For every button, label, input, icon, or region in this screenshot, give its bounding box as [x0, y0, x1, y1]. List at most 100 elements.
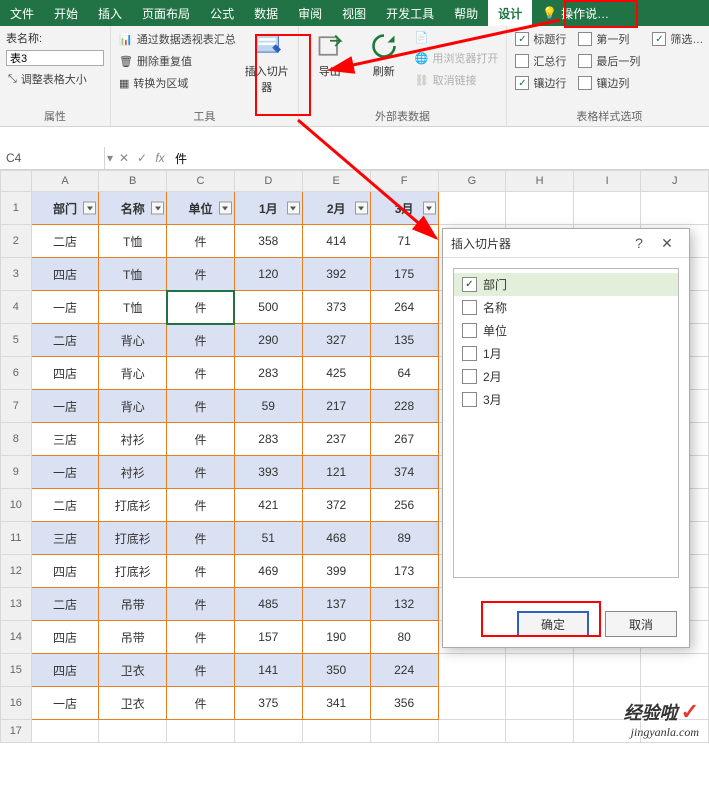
cell[interactable]	[506, 687, 574, 720]
cell[interactable]	[438, 192, 506, 225]
cell[interactable]: 425	[302, 357, 370, 390]
cell[interactable]	[99, 720, 167, 743]
tab-review[interactable]: 审阅	[288, 0, 332, 26]
cell[interactable]: 部门	[31, 192, 99, 225]
cell[interactable]: 件	[167, 456, 235, 489]
filter-dropdown-icon[interactable]	[83, 202, 96, 215]
cell[interactable]: 1月	[234, 192, 302, 225]
tab-data[interactable]: 数据	[244, 0, 288, 26]
cell[interactable]: 卫衣	[99, 654, 167, 687]
cell[interactable]: 一店	[31, 291, 99, 324]
cell[interactable]	[302, 720, 370, 743]
cell[interactable]: 四店	[31, 555, 99, 588]
table-name-input[interactable]	[6, 50, 104, 66]
filter-dropdown-icon[interactable]	[219, 202, 232, 215]
slicer-field-option[interactable]: 名称	[454, 296, 678, 319]
cell[interactable]	[506, 192, 574, 225]
cell[interactable]: 件	[167, 390, 235, 423]
cell[interactable]: 237	[302, 423, 370, 456]
column-header[interactable]: D	[234, 171, 302, 192]
row-header[interactable]: 9	[1, 456, 32, 489]
cell[interactable]	[641, 192, 709, 225]
row-header[interactable]: 16	[1, 687, 32, 720]
column-header[interactable]: C	[167, 171, 235, 192]
cell[interactable]: 打底衫	[99, 555, 167, 588]
cell[interactable]	[438, 720, 506, 743]
cell[interactable]: 51	[234, 522, 302, 555]
row-header[interactable]: 13	[1, 588, 32, 621]
column-header[interactable]: A	[31, 171, 99, 192]
cell[interactable]: 224	[370, 654, 438, 687]
cell[interactable]: 59	[234, 390, 302, 423]
cell[interactable]: 421	[234, 489, 302, 522]
cell[interactable]: 267	[370, 423, 438, 456]
tell-me[interactable]: 💡 操作说…	[532, 0, 619, 26]
resize-table[interactable]: ⤡ 调整表格大小	[6, 70, 104, 88]
row-header[interactable]: 4	[1, 291, 32, 324]
column-header[interactable]: H	[506, 171, 574, 192]
export-button[interactable]: 导出	[305, 30, 355, 81]
cell[interactable]: 二店	[31, 489, 99, 522]
tab-home[interactable]: 开始	[44, 0, 88, 26]
cell[interactable]: 468	[302, 522, 370, 555]
tab-formula[interactable]: 公式	[200, 0, 244, 26]
cell[interactable]: 一店	[31, 456, 99, 489]
cell[interactable]: 392	[302, 258, 370, 291]
cell[interactable]: 件	[167, 423, 235, 456]
slicer-field-option[interactable]: 2月	[454, 365, 678, 388]
tab-dev[interactable]: 开发工具	[376, 0, 444, 26]
cell[interactable]: 打底衫	[99, 489, 167, 522]
cell[interactable]	[438, 654, 506, 687]
cell[interactable]: 背心	[99, 357, 167, 390]
cell[interactable]: 64	[370, 357, 438, 390]
row-header[interactable]: 7	[1, 390, 32, 423]
refresh-button[interactable]: 刷新	[359, 30, 409, 81]
column-header[interactable]: G	[438, 171, 506, 192]
filter-btn-check[interactable]: ✓筛选…	[650, 30, 705, 48]
cell[interactable]: 件	[167, 687, 235, 720]
cell[interactable]: T恤	[99, 258, 167, 291]
cell[interactable]: 件	[167, 522, 235, 555]
name-box[interactable]	[0, 147, 105, 169]
cell[interactable]: 3月	[370, 192, 438, 225]
row-header[interactable]: 10	[1, 489, 32, 522]
row-header[interactable]: 1	[1, 192, 32, 225]
cell[interactable]: 135	[370, 324, 438, 357]
cell[interactable]: 名称	[99, 192, 167, 225]
cell[interactable]: 256	[370, 489, 438, 522]
cell[interactable]: 二店	[31, 225, 99, 258]
cell[interactable]	[573, 654, 641, 687]
cell[interactable]: 卫衣	[99, 687, 167, 720]
cell[interactable]: 件	[167, 555, 235, 588]
column-header[interactable]: E	[302, 171, 370, 192]
column-header[interactable]: F	[370, 171, 438, 192]
cell[interactable]: 89	[370, 522, 438, 555]
tab-layout[interactable]: 页面布局	[132, 0, 200, 26]
filter-dropdown-icon[interactable]	[355, 202, 368, 215]
cell[interactable]: 157	[234, 621, 302, 654]
cell[interactable]: 350	[302, 654, 370, 687]
cell[interactable]: 374	[370, 456, 438, 489]
cell[interactable]: 173	[370, 555, 438, 588]
tab-view[interactable]: 视图	[332, 0, 376, 26]
cell[interactable]: 373	[302, 291, 370, 324]
cell[interactable]: 吊带	[99, 588, 167, 621]
cell[interactable]: T恤	[99, 225, 167, 258]
row-header[interactable]: 15	[1, 654, 32, 687]
slicer-field-option[interactable]: 3月	[454, 388, 678, 411]
cell[interactable]: 背心	[99, 324, 167, 357]
cell[interactable]	[31, 720, 99, 743]
row-header[interactable]: 6	[1, 357, 32, 390]
filter-dropdown-icon[interactable]	[151, 202, 164, 215]
slicer-field-option[interactable]: 单位	[454, 319, 678, 342]
cell[interactable]: 件	[167, 489, 235, 522]
first-col-check[interactable]: 第一列	[576, 30, 642, 48]
cell[interactable]: 414	[302, 225, 370, 258]
column-header[interactable]: I	[573, 171, 641, 192]
remove-duplicates[interactable]: 🗑 删除重复值	[117, 52, 238, 70]
filter-dropdown-icon[interactable]	[287, 202, 300, 215]
cell[interactable]: 四店	[31, 621, 99, 654]
insert-slicer[interactable]: 插入切片器	[242, 30, 292, 97]
namebox-dropdown-icon[interactable]: ▾	[105, 151, 115, 165]
cell[interactable]: 吊带	[99, 621, 167, 654]
